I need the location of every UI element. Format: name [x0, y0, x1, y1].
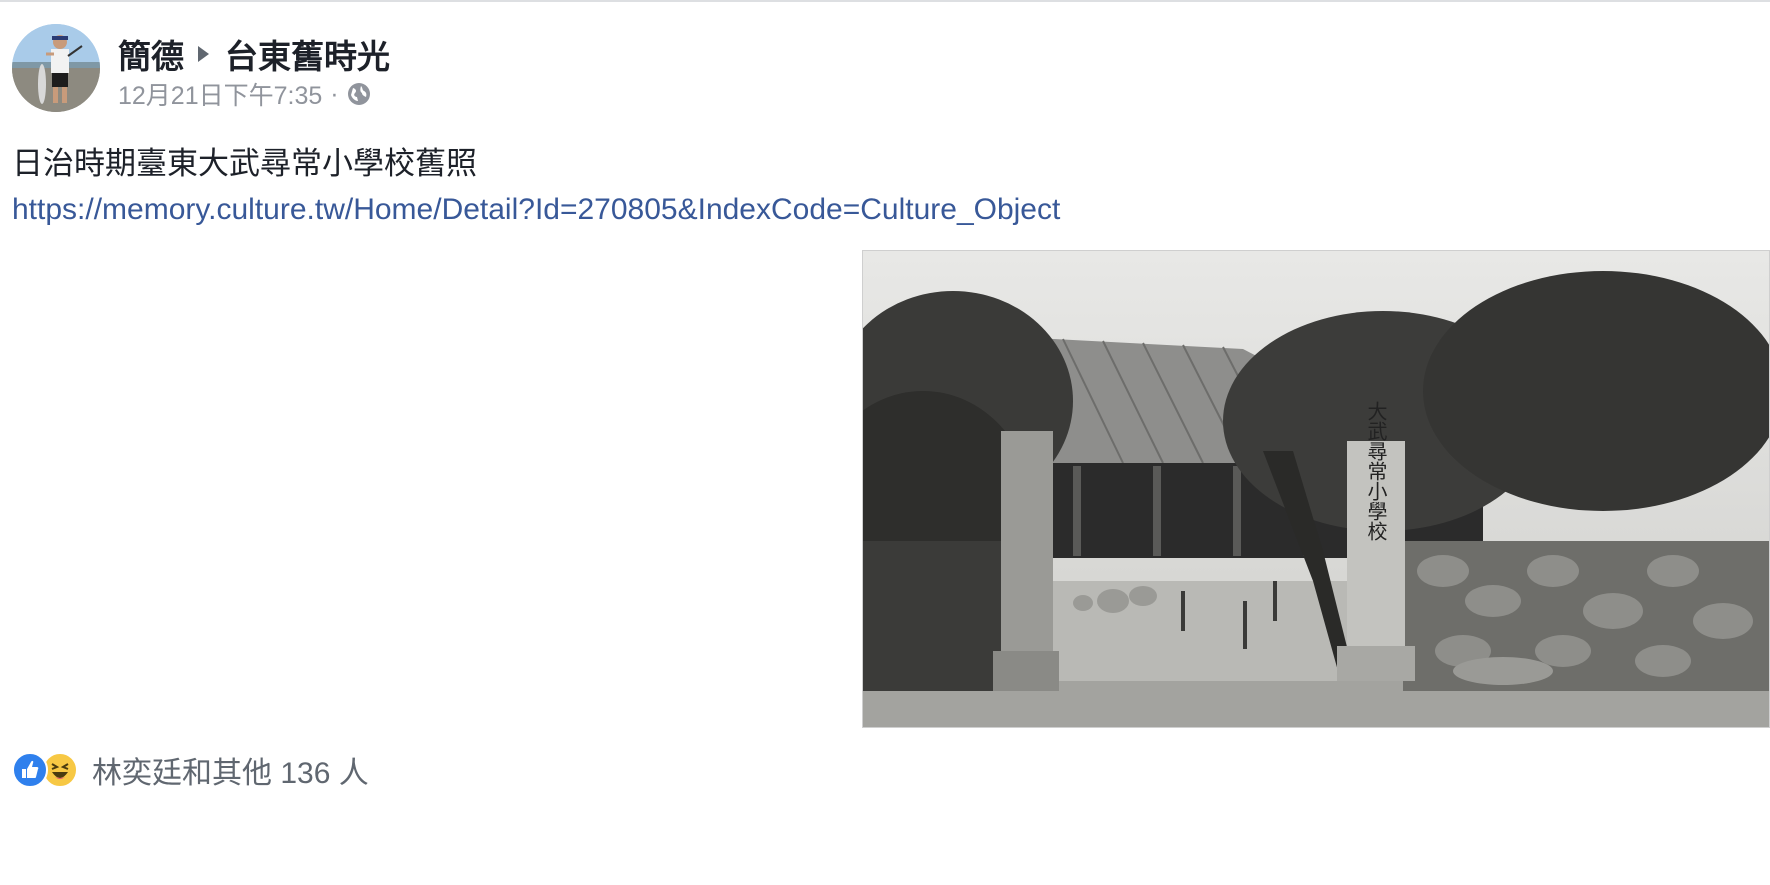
posted-in-arrow-icon [198, 46, 209, 62]
author-name-link[interactable]: 簡德 [118, 30, 184, 78]
like-icon[interactable] [12, 752, 48, 788]
meta-separator: · [330, 79, 339, 108]
globe-icon[interactable] [347, 82, 371, 106]
stone-pillar-inscription: 大武尋常小學校 [1364, 401, 1388, 541]
post-body-link[interactable]: https://memory.culture.tw/Home/Detail?Id… [12, 193, 1060, 227]
group-name-link[interactable]: 台東舊時光 [225, 30, 390, 78]
historical-school-photo: 大武尋常小學校 [863, 251, 1769, 727]
avatar-photo [12, 24, 100, 112]
post-meta: 12月21日下午7:35 · [118, 76, 371, 112]
post-body-text: 日治時期臺東大武尋常小學校舊照 [12, 146, 477, 181]
reaction-summary[interactable]: 林奕廷和其他 136 人 [92, 748, 369, 792]
feed-post: 簡德 台東舊時光 12月21日下午7:35 · 日治時期臺東大武尋常小學校舊照 … [0, 0, 1770, 885]
post-header: 簡德 台東舊時光 [118, 30, 390, 78]
post-photo[interactable]: 大武尋常小學校 [862, 250, 1770, 728]
author-avatar[interactable] [12, 24, 100, 112]
reactions-bar: 林奕廷和其他 136 人 [12, 748, 369, 792]
post-timestamp[interactable]: 12月21日下午7:35 [118, 76, 322, 112]
